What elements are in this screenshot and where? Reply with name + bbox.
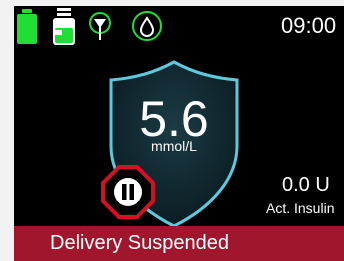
connection-antenna-icon [89, 12, 111, 40]
pause-icon [114, 178, 142, 206]
glucose-unit: mmol/L [151, 138, 197, 154]
cgm-sensor-icon [132, 11, 162, 41]
delivery-status-banner: Delivery Suspended [14, 226, 344, 261]
clock-time: 09:00 [281, 13, 337, 38]
pause-button[interactable] [100, 164, 156, 220]
pump-screen: 09:00 5.6 mmol/L 0.0 U Act. Insulin Deli… [14, 6, 344, 261]
active-insulin-label: Act. Insulin [266, 200, 335, 216]
active-insulin-value: 0.0 U [282, 174, 330, 196]
delivery-status-text: Delivery Suspended [50, 232, 229, 254]
battery-icon [17, 9, 37, 44]
glucose-value: 5.6 [139, 91, 209, 147]
insulin-cartridge-icon [53, 8, 75, 45]
